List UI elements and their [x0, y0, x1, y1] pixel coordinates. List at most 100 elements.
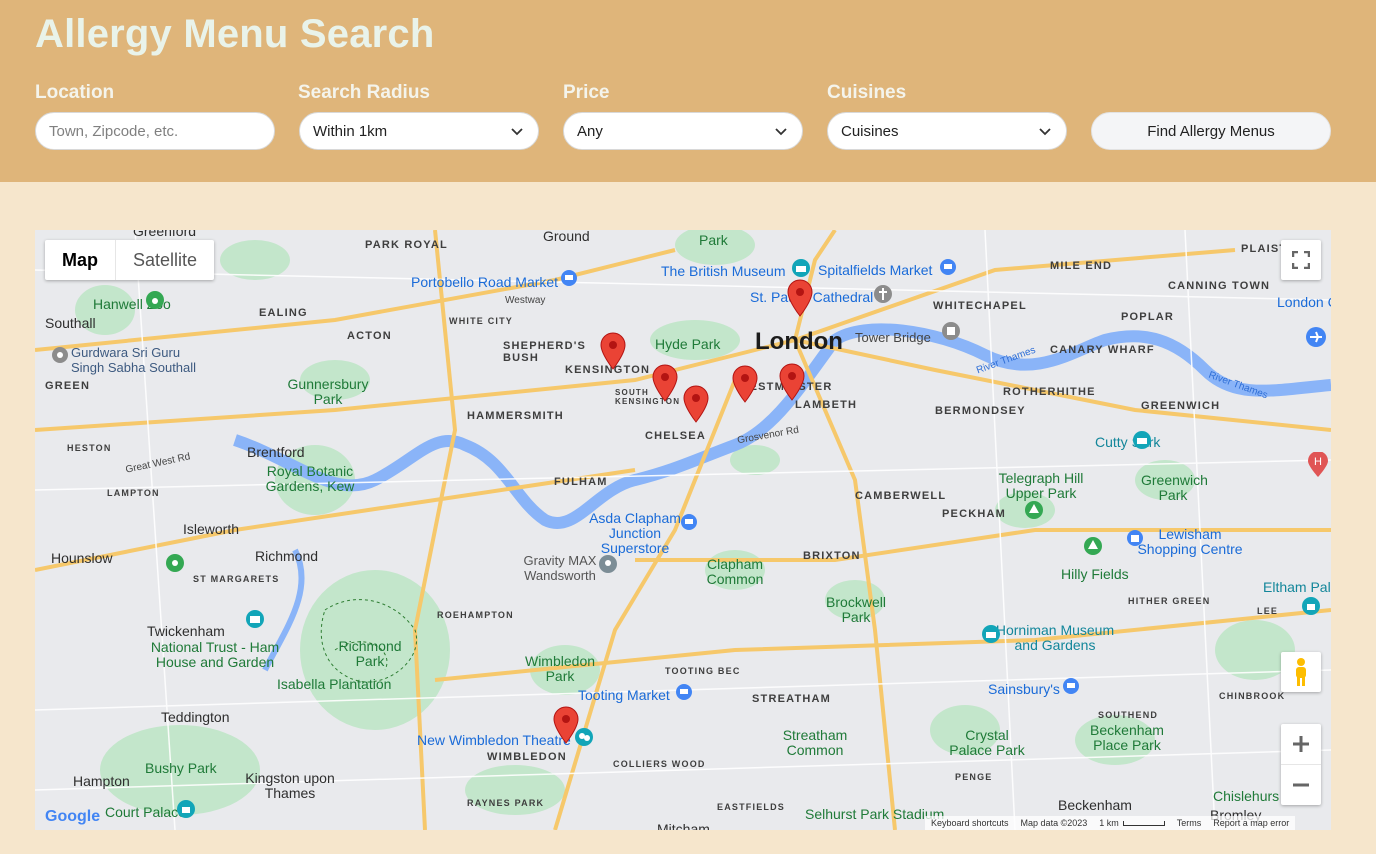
- map-label-telegraph-hill: Telegraph Hill Upper Park: [998, 470, 1084, 501]
- shopping-cart-icon[interactable]: [939, 258, 957, 276]
- map-label-richmond-park: Richmond Park: [338, 638, 402, 669]
- price-select[interactable]: Any: [563, 112, 803, 150]
- chevron-down-icon: [775, 128, 787, 136]
- map-label-green: GREEN: [45, 380, 91, 392]
- map-canvas[interactable]: Greenford PARK ROYAL Ground Park PLAISTO…: [35, 230, 1331, 830]
- map-label-greenwich: GREENWICH: [1141, 400, 1221, 412]
- cuisines-select[interactable]: Cuisines: [827, 112, 1067, 150]
- shopping-cart-icon[interactable]: [560, 269, 578, 287]
- map-label-raynes-park: RAYNES PARK: [467, 798, 545, 808]
- map-label-bermondsey: BERMONDSEY: [935, 405, 1026, 417]
- map-label-whitechapel: WHITECHAPEL: [933, 300, 1027, 312]
- map-label-asda: Asda Clapham Junction Superstore: [589, 510, 681, 556]
- radius-select[interactable]: Within 1km: [299, 112, 539, 150]
- map-label-tower-bridge: Tower Bridge: [855, 330, 931, 345]
- map-label-kingston: Kingston upon Thames: [245, 770, 335, 801]
- map-label-colliers-wood: COLLIERS WOOD: [613, 759, 706, 769]
- map-marker-kensington[interactable]: [599, 332, 627, 370]
- map-attribution: Keyboard shortcuts Map data ©2023 1 km T…: [925, 816, 1296, 830]
- map-label-spitalfields: Spitalfields Market: [818, 262, 933, 278]
- zoo-icon[interactable]: [145, 290, 165, 310]
- worship-icon[interactable]: [51, 346, 69, 364]
- zoom-out-button[interactable]: [1281, 765, 1321, 805]
- report-error-link[interactable]: Report a map error: [1213, 818, 1289, 828]
- scale-bar[interactable]: 1 km: [1099, 818, 1165, 828]
- map-label-eltham-palace: Eltham Palace: [1263, 579, 1331, 595]
- shopping-bag-icon[interactable]: [1126, 529, 1144, 547]
- map-label-sainsburys: Sainsbury's: [988, 681, 1060, 697]
- map-label-twickenham: Twickenham: [147, 623, 225, 639]
- terms-link[interactable]: Terms: [1177, 818, 1202, 828]
- map-label-chelsea: CHELSEA: [645, 430, 706, 442]
- map-label-bushy-park: Bushy Park: [145, 760, 217, 776]
- museum-icon[interactable]: [1132, 430, 1152, 450]
- map-label-greenford: Greenford: [133, 230, 197, 239]
- find-allergy-menus-button[interactable]: Find Allergy Menus: [1091, 112, 1331, 150]
- map-marker-wimbledon[interactable]: [552, 706, 580, 744]
- map-label-selhurst: Selhurst Park Stadium: [805, 806, 945, 822]
- map-marker-st-pauls[interactable]: [786, 279, 814, 317]
- map-marker-westminster-2[interactable]: [778, 363, 806, 401]
- palace-icon[interactable]: [176, 799, 196, 819]
- hospital-icon[interactable]: H: [1307, 452, 1329, 478]
- shopping-cart-icon[interactable]: [1062, 677, 1080, 695]
- map-label-lewisham: Lewisham Shopping Centre: [1137, 526, 1243, 557]
- map-label-greenwich-park: Greenwich Park: [1141, 472, 1208, 503]
- map-label-penge: PENGE: [955, 772, 993, 782]
- svg-text:H: H: [1314, 456, 1322, 468]
- park-icon[interactable]: [1024, 500, 1044, 520]
- map-label-chislehurst: Chislehurs: [1213, 788, 1280, 804]
- location-input[interactable]: Town, Zipcode, etc.: [35, 112, 275, 150]
- keyboard-shortcuts-link[interactable]: Keyboard shortcuts: [931, 818, 1009, 828]
- price-select-value: Any: [577, 122, 603, 140]
- map-label-kew: Royal Botanic Gardens, Kew: [265, 463, 355, 494]
- zoom-in-button[interactable]: [1281, 725, 1321, 765]
- park-icon[interactable]: [1083, 536, 1103, 556]
- google-logo-text: Google: [45, 808, 101, 825]
- map-marker-chelsea[interactable]: [682, 385, 710, 423]
- map-label-brockwell: Brockwell Park: [826, 594, 886, 625]
- map-type-map-button[interactable]: Map: [45, 240, 116, 280]
- fullscreen-button[interactable]: [1281, 240, 1321, 280]
- church-icon[interactable]: [873, 284, 893, 304]
- map-label-st-margarets: ST MARGARETS: [193, 574, 280, 584]
- camera-icon[interactable]: [245, 609, 265, 629]
- chevron-down-icon: [511, 128, 523, 136]
- scale-line: [1122, 820, 1165, 826]
- museum-icon[interactable]: [981, 624, 1001, 644]
- museum-icon[interactable]: [791, 258, 811, 278]
- map-type-toggle: Map Satellite: [45, 240, 215, 280]
- map-label-camberwell: CAMBERWELL: [855, 490, 947, 502]
- landmark-icon[interactable]: [941, 321, 961, 341]
- street-view-button[interactable]: [1281, 652, 1321, 692]
- map-label-rotherhithe: ROTHERHITHE: [1003, 386, 1096, 398]
- map-label-hilly-fields: Hilly Fields: [1061, 566, 1129, 582]
- location-label: Location: [35, 82, 115, 103]
- place-icon[interactable]: [598, 554, 618, 574]
- castle-icon[interactable]: [1301, 596, 1321, 616]
- map-type-satellite-button[interactable]: Satellite: [116, 240, 214, 280]
- google-logo[interactable]: Google: [45, 808, 100, 826]
- map-label-hammersmith: HAMMERSMITH: [467, 410, 564, 422]
- map-label-westway: Westway: [505, 295, 546, 306]
- map-label-mile-end: MILE END: [1050, 260, 1113, 272]
- map-label-isleworth: Isleworth: [183, 521, 240, 537]
- map-marker-south-kensington[interactable]: [651, 364, 679, 402]
- shopping-cart-icon[interactable]: [680, 513, 698, 531]
- fullscreen-icon: [1292, 251, 1310, 269]
- location-placeholder: Town, Zipcode, etc.: [49, 122, 179, 140]
- shopping-cart-icon[interactable]: [675, 683, 693, 701]
- map-label-beckenham: Beckenham: [1058, 797, 1132, 813]
- price-label: Price: [563, 82, 610, 103]
- airport-icon[interactable]: [1305, 326, 1327, 348]
- map-label-poplar: POPLAR: [1121, 311, 1175, 323]
- map-marker-westminster-1[interactable]: [731, 365, 759, 403]
- map-label-hampton-court: Court Palace: [105, 804, 186, 820]
- map-label-lee: LEE: [1257, 606, 1279, 616]
- map-label-southall: Southall: [45, 315, 96, 331]
- minus-icon: [1293, 783, 1309, 786]
- map-label-chinbrook: CHINBROOK: [1219, 691, 1286, 701]
- map-label-canary-wharf: CANARY WHARF: [1050, 344, 1155, 356]
- garden-icon[interactable]: [165, 553, 185, 573]
- map-label-white-city: WHITE CITY: [449, 316, 513, 326]
